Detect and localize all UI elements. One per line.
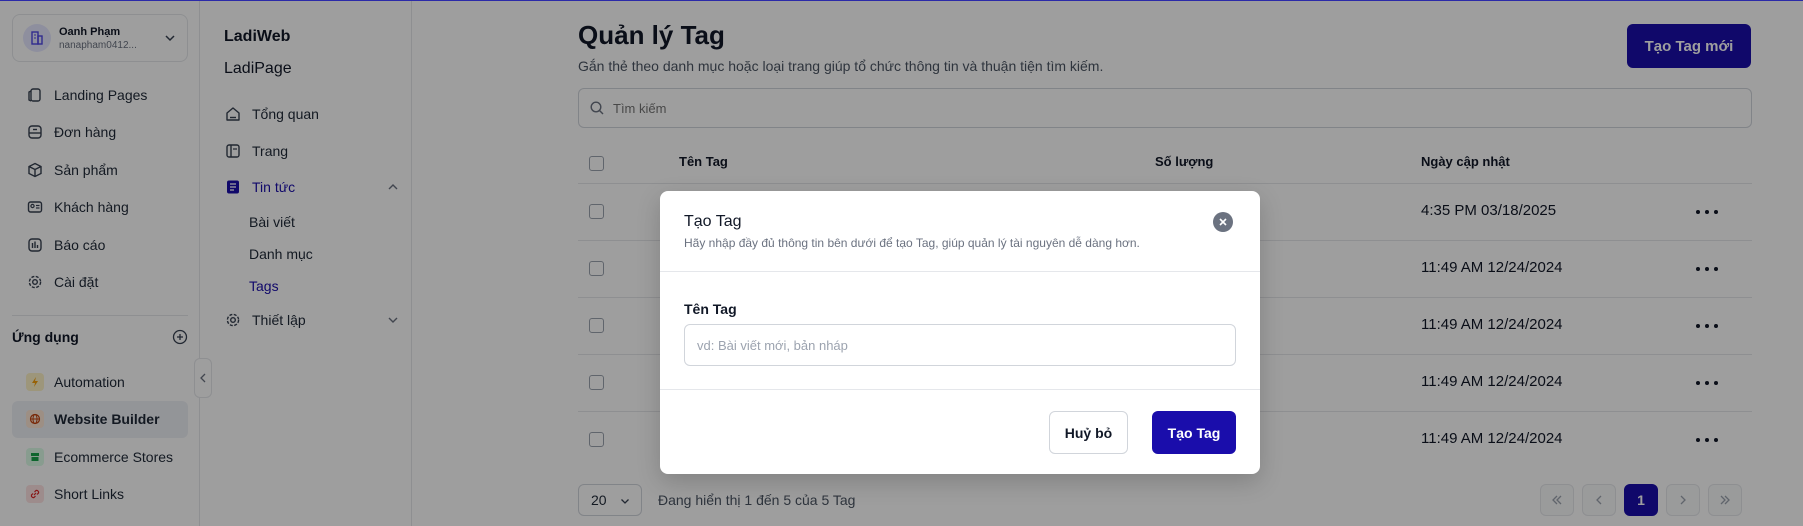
tag-name-input[interactable] [684, 324, 1236, 366]
tag-name-label: Tên Tag [684, 301, 737, 317]
close-icon[interactable] [1213, 212, 1233, 232]
cancel-button[interactable]: Huỷ bỏ [1049, 411, 1128, 454]
modal-title: Tạo Tag [684, 213, 742, 230]
modal-divider [660, 271, 1260, 272]
modal-divider [660, 389, 1260, 390]
top-border [0, 0, 1803, 1]
submit-create-tag-button[interactable]: Tạo Tag [1152, 411, 1236, 454]
modal-subtitle: Hãy nhập đầy đủ thông tin bên dưới để tạ… [684, 236, 1140, 250]
create-tag-modal: Tạo Tag Hãy nhập đầy đủ thông tin bên dư… [660, 191, 1260, 474]
